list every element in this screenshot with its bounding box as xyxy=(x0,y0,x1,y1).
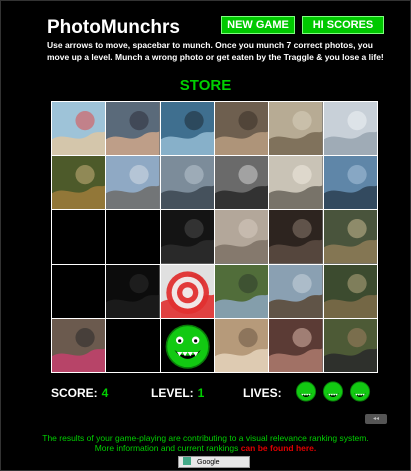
footer-line-1: The results of your game-playing are con… xyxy=(42,433,369,443)
life-muncher-icon xyxy=(322,381,344,402)
photo-tile-child-and-woman-at-beach[interactable] xyxy=(52,102,106,156)
photo-image xyxy=(214,156,269,210)
footer-line-2-prefix: More information and current rankings xyxy=(94,443,239,453)
photo-tile-bridge-over-river[interactable] xyxy=(160,156,214,210)
photo-image xyxy=(52,156,106,210)
photo-image xyxy=(323,156,377,210)
photo-image xyxy=(323,102,377,156)
google-icon xyxy=(183,457,191,465)
game-title: PhotoMunchrs xyxy=(47,17,180,38)
photo-grid[interactable] xyxy=(52,102,377,372)
empty-tile xyxy=(52,210,106,264)
photo-tile-dark-doorway[interactable] xyxy=(160,210,214,264)
photo-image xyxy=(269,264,323,318)
photo-image xyxy=(323,318,377,372)
photo-image xyxy=(106,102,160,156)
photo-image xyxy=(52,102,106,156)
empty-tile xyxy=(52,264,106,318)
photo-image xyxy=(160,102,214,156)
rankings-link[interactable]: can be found here. xyxy=(241,443,317,453)
photo-image xyxy=(323,210,377,264)
photo-image xyxy=(160,264,214,318)
lives-display: LIVES: xyxy=(243,386,282,400)
level-value: 1 xyxy=(197,386,205,400)
photo-image xyxy=(269,318,323,372)
empty-tile xyxy=(106,318,160,372)
photo-image xyxy=(269,156,323,210)
photo-tile-white-room-window[interactable] xyxy=(323,102,377,156)
photo-tile-people-in-woods[interactable] xyxy=(323,210,377,264)
lives-icons xyxy=(294,379,372,403)
level-display: LEVEL: 1 xyxy=(151,386,204,400)
hi-scores-button[interactable]: HI SCORES xyxy=(302,16,384,34)
photo-image xyxy=(52,318,106,372)
photo-image xyxy=(323,264,377,318)
photo-tile-city-skyline[interactable] xyxy=(106,156,160,210)
photo-image xyxy=(160,156,214,210)
photo-image xyxy=(269,210,323,264)
photo-tile-people-in-forest[interactable] xyxy=(323,264,377,318)
photo-image xyxy=(214,264,269,318)
photo-tile-dim-room-with-frames[interactable] xyxy=(269,210,323,264)
photo-tile-electronic-device[interactable] xyxy=(269,156,323,210)
photo-tile-target-bullseye[interactable] xyxy=(160,264,214,318)
sound-toggle-button[interactable]: ◂◂ xyxy=(365,414,387,424)
footer-line-2: More information and current rankings ca… xyxy=(0,443,411,453)
photo-tile-man-with-shop-vac[interactable] xyxy=(269,102,323,156)
lives-label: LIVES: xyxy=(243,386,282,400)
photo-image xyxy=(106,264,160,318)
photo-image xyxy=(214,210,269,264)
photo-image xyxy=(214,102,269,156)
score-display: SCORE: 4 xyxy=(51,386,108,400)
google-button-label: Google xyxy=(197,459,220,466)
empty-tile xyxy=(106,210,160,264)
green-muncher-icon xyxy=(165,324,210,369)
photo-image xyxy=(106,156,160,210)
google-button[interactable]: Google xyxy=(178,456,250,468)
photo-tile-couple-portrait[interactable] xyxy=(106,102,160,156)
photo-image xyxy=(214,318,269,372)
photo-tile-harbor-dock[interactable] xyxy=(323,156,377,210)
photo-tile-room-corner[interactable] xyxy=(214,210,269,264)
photo-tile-people-on-couch[interactable] xyxy=(269,318,323,372)
photo-tile-man-in-hat[interactable] xyxy=(323,318,377,372)
category-label: STORE xyxy=(179,77,232,94)
photo-tile-blue-fan-object[interactable] xyxy=(160,102,214,156)
instructions-text: Use arrows to move, spacebar to munch. O… xyxy=(47,40,384,62)
life-muncher-icon xyxy=(295,381,317,402)
score-label: SCORE: xyxy=(51,386,98,400)
photo-tile-man-in-cap-outdoors[interactable] xyxy=(214,264,269,318)
level-label: LEVEL: xyxy=(151,386,194,400)
game-board[interactable] xyxy=(51,101,378,373)
footer-text: The results of your game-playing are con… xyxy=(0,433,411,453)
photo-tile-man-in-workshop[interactable] xyxy=(214,102,269,156)
photo-tile-brown-bird[interactable] xyxy=(52,156,106,210)
photo-tile-sony-ericsson-box[interactable] xyxy=(214,318,269,372)
photo-tile-dark-garden[interactable] xyxy=(106,264,160,318)
photo-tile-woman-with-scarf[interactable] xyxy=(52,318,106,372)
photo-tile-bare-trees-road[interactable] xyxy=(269,264,323,318)
life-muncher-icon xyxy=(349,381,371,402)
photo-image xyxy=(160,210,214,264)
photo-image xyxy=(269,102,323,156)
photo-tile-speaker-product[interactable] xyxy=(214,156,269,210)
score-value: 4 xyxy=(101,386,109,400)
new-game-button[interactable]: NEW GAME xyxy=(221,16,295,34)
muncher-tile xyxy=(160,318,214,372)
